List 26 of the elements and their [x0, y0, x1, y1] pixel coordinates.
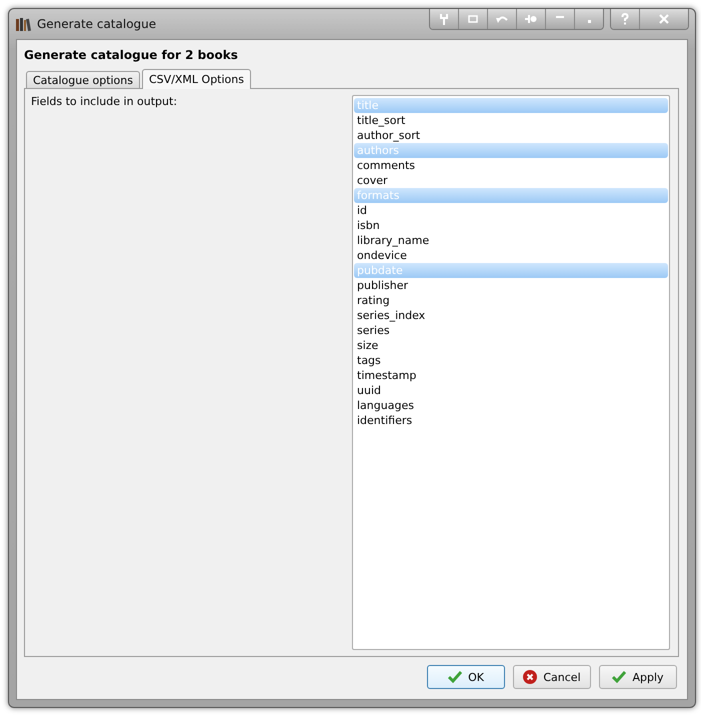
list-item[interactable]: cover: [354, 173, 668, 188]
cancel-button[interactable]: Cancel: [513, 665, 591, 689]
list-item[interactable]: rating: [354, 293, 668, 308]
ok-button[interactable]: OK: [427, 665, 505, 689]
ok-button[interactable]: Apply: [599, 665, 677, 689]
list-item[interactable]: series: [354, 323, 668, 338]
tab[interactable]: Catalogue options: [26, 71, 140, 88]
list-item[interactable]: uuid: [354, 383, 668, 398]
list-item[interactable]: library_name: [354, 233, 668, 248]
list-item[interactable]: publisher: [354, 278, 668, 293]
list-item[interactable]: comments: [354, 158, 668, 173]
list-item[interactable]: tags: [354, 353, 668, 368]
dialog-heading: Generate catalogue for 2 books: [24, 48, 239, 62]
list-item[interactable]: languages: [354, 398, 668, 413]
list-item[interactable]: identifiers: [354, 413, 668, 428]
list-item[interactable]: timestamp: [354, 368, 668, 383]
list-item[interactable]: series_index: [354, 308, 668, 323]
window-title: Generate catalogue: [37, 17, 156, 31]
list-item[interactable]: title_sort: [354, 113, 668, 128]
tab[interactable]: CSV/XML Options: [142, 69, 251, 89]
list-item[interactable]: author_sort: [354, 128, 668, 143]
list-item[interactable]: id: [354, 203, 668, 218]
list-item[interactable]: isbn: [354, 218, 668, 233]
list-item[interactable]: size: [354, 338, 668, 353]
fields-label: Fields to include in output:: [31, 95, 178, 108]
list-item[interactable]: ondevice: [354, 248, 668, 263]
